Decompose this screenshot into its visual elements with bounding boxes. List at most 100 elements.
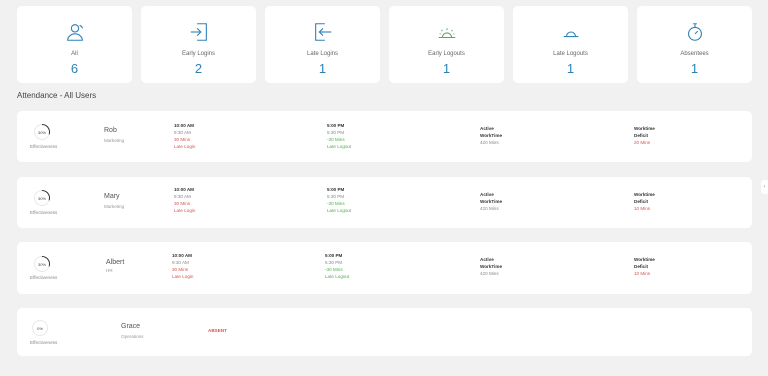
logout-time: 5:00 PM xyxy=(327,187,345,192)
stat-early-logins[interactable]: Early Logins 2 xyxy=(141,6,256,83)
login-time: 10:00 AM xyxy=(172,253,192,258)
effectiveness-label: Effectiveness xyxy=(30,210,58,215)
logout-time: 5:00 PM xyxy=(325,253,343,258)
logout-door-icon xyxy=(265,21,380,43)
active-worktime: Active WorkTime 420 Mins xyxy=(480,191,502,212)
deficit-value: 10 Mins xyxy=(634,206,651,211)
effectiveness-value: 30% xyxy=(37,130,46,135)
stat-label: Early Logouts xyxy=(428,51,465,57)
deficit-label-2: Deficit xyxy=(634,133,649,138)
worktime-label: WorkTime xyxy=(480,133,503,138)
worktime-deficit: Worktime Deficit 10 Mins xyxy=(634,191,655,212)
attendance-card-absent[interactable]: 0% Effectiveness Grace Operations ABSENT xyxy=(17,308,752,356)
logout-scheduled: 5:30 PM xyxy=(327,194,345,199)
chevron-left-icon: ‹ xyxy=(763,184,766,190)
logout-info: 5:00 PM 5:30 PM -30 Mins Late Logout xyxy=(325,252,349,280)
attendance-card[interactable]: 30% Effectiveness Mary Marketing 10:00 A… xyxy=(17,177,752,228)
user-name[interactable]: Grace xyxy=(121,323,140,330)
login-scheduled: 9:30 AM xyxy=(172,260,189,265)
active-label: Active xyxy=(480,192,494,197)
absent-badge: ABSENT xyxy=(208,328,227,333)
active-value: 420 Mins xyxy=(480,206,499,211)
active-label: Active xyxy=(480,257,494,262)
deficit-value: 20 Mins xyxy=(634,140,651,145)
stat-value: 2 xyxy=(194,61,203,76)
login-status: Late Login xyxy=(174,144,196,149)
effectiveness-label: Effectiveness xyxy=(30,144,58,149)
user-dept: Marketing xyxy=(104,138,125,143)
active-worktime: Active WorkTime 420 Mins xyxy=(480,256,502,277)
active-value: 420 Mins xyxy=(480,271,499,276)
stat-value: 1 xyxy=(566,61,575,76)
stat-early-logouts[interactable]: Early Logouts 1 xyxy=(389,6,504,83)
deficit-label-2: Deficit xyxy=(634,264,649,269)
stat-label: All xyxy=(71,51,78,57)
login-diff: 30 Mins xyxy=(174,137,191,142)
user-name[interactable]: Rob xyxy=(104,127,117,134)
stat-label: Late Logouts xyxy=(553,51,588,57)
logout-scheduled: 5:30 PM xyxy=(325,260,343,265)
user-dept: Marketing xyxy=(104,204,125,209)
login-scheduled: 9:30 AM xyxy=(174,130,191,135)
logout-diff: -30 Mins xyxy=(327,137,345,142)
logout-info: 5:00 PM 5:30 PM -30 Mins Late Logout xyxy=(327,122,351,150)
attendance-card[interactable]: 30% Effectiveness Albert HR 10:00 AM 9:3… xyxy=(17,242,752,294)
login-diff: 30 Mins xyxy=(174,201,191,206)
stat-value: 6 xyxy=(70,61,79,76)
sunrise-icon xyxy=(389,21,504,43)
stopwatch-icon xyxy=(637,21,752,43)
login-diff: 30 Mins xyxy=(172,267,189,272)
attendance-card[interactable]: 30% Effectiveness Rob Marketing 10:00 AM… xyxy=(17,111,752,162)
worktime-deficit: Worktime Deficit 10 Mins xyxy=(634,256,655,277)
login-info: 10:00 AM 9:30 AM 30 Mins Late Login xyxy=(174,186,195,214)
effectiveness-value: 30% xyxy=(37,262,46,267)
login-icon xyxy=(141,21,256,43)
sunset-icon xyxy=(513,21,628,43)
deficit-label: Worktime xyxy=(634,192,655,197)
effectiveness-label: Effectiveness xyxy=(30,275,58,280)
user-name[interactable]: Mary xyxy=(104,193,120,200)
logout-status: Late Logout xyxy=(325,274,350,279)
logout-status: Late Logout xyxy=(327,208,352,213)
deficit-label-2: Deficit xyxy=(634,199,649,204)
logout-diff: -30 Mins xyxy=(327,201,345,206)
deficit-value: 10 Mins xyxy=(634,271,651,276)
user-icon xyxy=(17,21,132,43)
effectiveness-value: 0% xyxy=(37,326,43,331)
stats-row: All 6 Early Logins 2 Late Logins 1 Early… xyxy=(17,6,752,83)
logout-diff: -30 Mins xyxy=(325,267,343,272)
section-title: Attendance - All Users xyxy=(17,91,97,100)
stat-value: 1 xyxy=(442,61,451,76)
stat-label: Absentees xyxy=(680,51,709,57)
stat-value: 1 xyxy=(318,61,327,76)
user-name[interactable]: Albert xyxy=(106,259,124,266)
logout-status: Late Logout xyxy=(327,144,352,149)
stat-late-logins[interactable]: Late Logins 1 xyxy=(265,6,380,83)
stat-absentees[interactable]: Absentees 1 xyxy=(637,6,752,83)
login-status: Late Login xyxy=(174,208,196,213)
worktime-deficit: Worktime Deficit 20 Mins xyxy=(634,125,655,146)
stat-late-logouts[interactable]: Late Logouts 1 xyxy=(513,6,628,83)
login-status: Late Login xyxy=(172,274,194,279)
collapse-panel-handle[interactable]: ‹ xyxy=(761,180,768,194)
stat-value: 1 xyxy=(690,61,699,76)
effectiveness-label: Effectiveness xyxy=(30,340,58,345)
deficit-label: Worktime xyxy=(634,257,655,262)
user-dept: Operations xyxy=(121,334,144,339)
worktime-label: WorkTime xyxy=(480,199,503,204)
active-worktime: Active WorkTime 420 Mins xyxy=(480,125,502,146)
login-time: 10:00 AM xyxy=(174,187,194,192)
active-value: 420 Mins xyxy=(480,140,499,145)
logout-info: 5:00 PM 5:30 PM -30 Mins Late Logout xyxy=(327,186,351,214)
stat-all[interactable]: All 6 xyxy=(17,6,132,83)
user-dept: HR xyxy=(106,268,113,273)
effectiveness-value: 30% xyxy=(37,196,46,201)
active-label: Active xyxy=(480,126,494,131)
logout-scheduled: 5:30 PM xyxy=(327,130,345,135)
worktime-label: WorkTime xyxy=(480,264,503,269)
login-time: 10:00 AM xyxy=(174,123,194,128)
login-info: 10:00 AM 9:30 AM 30 Mins Late Login xyxy=(172,252,193,280)
stat-label: Late Logins xyxy=(306,51,339,57)
login-info: 10:00 AM 9:30 AM 30 Mins Late Login xyxy=(174,122,195,150)
deficit-label: Worktime xyxy=(634,126,655,131)
